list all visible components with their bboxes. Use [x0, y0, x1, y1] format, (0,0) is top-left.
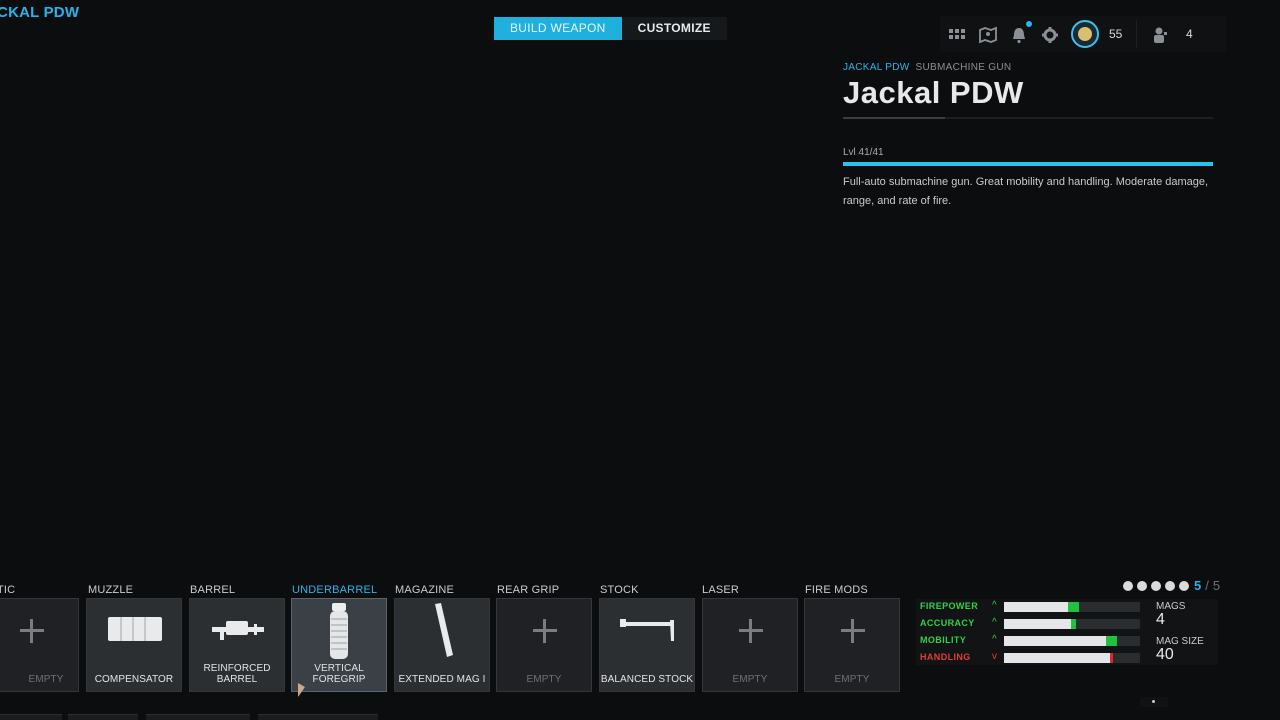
stat-bar-base	[1004, 636, 1106, 646]
slot-muzzle[interactable]: COMPENSATOR	[86, 598, 182, 692]
stat-bar-delta	[1110, 653, 1113, 663]
page-dot[interactable]	[1179, 580, 1189, 591]
stat-bar-delta	[1106, 636, 1117, 646]
page-dot[interactable]	[1137, 580, 1147, 591]
notification-dot	[1026, 21, 1032, 27]
slot-label-fire-mods: FIRE MODS	[805, 584, 868, 596]
stat-up-arrow-icon: ^	[992, 617, 997, 628]
stat-mag-size-value: 40	[1156, 646, 1174, 663]
add-icon	[739, 619, 763, 643]
compensator-icon	[108, 617, 162, 641]
player-level: 55	[1109, 27, 1123, 41]
weapon-info-panel: JACKAL PDW SUBMACHINE GUN Jackal PDW Lvl …	[843, 62, 1213, 211]
page-dot[interactable]	[1151, 580, 1161, 591]
add-icon	[533, 619, 557, 643]
slot-label-muzzle: MUZZLE	[88, 584, 134, 596]
grid-icon[interactable]	[948, 26, 966, 44]
tab-build-weapon[interactable]: BUILD WEAPON	[494, 17, 622, 40]
stats-panel: FIREPOWER ^ ACCURACY ^ MOBILITY ^ HANDLI…	[916, 599, 1218, 665]
title-divider	[843, 117, 1213, 119]
slot-name: EMPTY	[834, 674, 870, 685]
stat-bar	[1004, 636, 1140, 646]
slot-rear-grip[interactable]: EMPTY	[496, 598, 592, 692]
slot-name: BALANCED STOCK	[600, 674, 694, 685]
stat-bar-base	[1004, 602, 1068, 612]
stat-bar	[1004, 602, 1140, 612]
scroll-hint-icon	[1140, 697, 1168, 707]
page-dot[interactable]	[1123, 580, 1133, 591]
party-icon[interactable]	[1151, 26, 1169, 44]
slot-stock[interactable]: BALANCED STOCK	[599, 598, 695, 692]
page-current: 5	[1194, 578, 1202, 593]
stat-up-arrow-icon: ^	[992, 634, 997, 645]
slot-label-rear-grip: REAR GRIP	[497, 584, 560, 596]
barrel-icon	[212, 621, 264, 640]
rank-badge-icon[interactable]	[1071, 20, 1099, 48]
slot-name: VERTICAL FOREGRIP	[312, 663, 366, 685]
slot-name: EXTENDED MAG I	[398, 674, 486, 685]
weapon-title: Jackal PDW	[843, 75, 1024, 110]
bottom-tab[interactable]	[68, 714, 138, 720]
stat-name: HANDLING	[920, 652, 971, 662]
slot-name: REINFORCED BARREL	[203, 663, 271, 685]
stat-bar-delta	[1070, 619, 1077, 629]
top-hud: 55 4	[940, 16, 1226, 52]
weapon-level-bar-fill	[843, 162, 1213, 166]
slot-magazine[interactable]: EXTENDED MAG I	[394, 598, 490, 692]
bottom-tab[interactable]	[0, 714, 62, 720]
slot-name: EMPTY	[28, 674, 64, 685]
weapon-header-title: ACKAL PDW	[0, 4, 80, 21]
page-total: 5	[1212, 578, 1221, 593]
stock-icon	[620, 619, 674, 641]
weapon-class-tag: SUBMACHINE GUN	[915, 62, 1012, 73]
slot-label-laser: LASER	[702, 584, 740, 596]
slot-label-barrel: BARREL	[190, 584, 236, 596]
stat-down-arrow-icon: v	[992, 651, 997, 662]
slot-optic[interactable]: EMPTY	[0, 598, 79, 692]
tab-customize[interactable]: CUSTOMIZE	[621, 17, 727, 40]
weapon-description: Full-auto submachine gun. Great mobility…	[843, 176, 1209, 207]
tab-bar: BUILD WEAPON CUSTOMIZE	[494, 17, 727, 40]
stat-bar	[1004, 619, 1140, 629]
stat-name: FIREPOWER	[920, 601, 979, 611]
magazine-icon	[435, 603, 453, 657]
foregrip-icon	[330, 603, 348, 659]
slot-name: EMPTY	[732, 674, 768, 685]
map-icon[interactable]	[979, 26, 997, 44]
slot-barrel[interactable]: REINFORCED BARREL	[189, 598, 285, 692]
add-icon	[841, 619, 865, 643]
cursor-icon	[298, 683, 305, 697]
party-count: 4	[1186, 27, 1193, 41]
slot-label-magazine: MAGAZINE	[395, 584, 455, 596]
bottom-tab[interactable]	[258, 714, 378, 720]
slot-underbarrel[interactable]: VERTICAL FOREGRIP	[291, 598, 387, 692]
hud-divider	[1136, 20, 1137, 48]
slot-laser[interactable]: EMPTY	[702, 598, 798, 692]
slot-label-underbarrel: UNDERBARREL	[292, 584, 378, 596]
page-dot[interactable]	[1165, 580, 1175, 591]
stat-bar-base	[1004, 619, 1071, 629]
gear-icon[interactable]	[1041, 26, 1059, 44]
weapon-tags: JACKAL PDW SUBMACHINE GUN	[843, 62, 1213, 73]
stat-bar	[1004, 653, 1140, 663]
slot-name: COMPENSATOR	[94, 674, 174, 685]
page-separator: /	[1205, 578, 1209, 593]
stat-name: MOBILITY	[920, 635, 967, 645]
bottom-tab[interactable]	[146, 714, 250, 720]
pagination: 5/5	[1123, 578, 1220, 593]
stat-mags-value: 4	[1156, 611, 1165, 628]
slot-name: EMPTY	[526, 674, 562, 685]
add-icon	[20, 619, 44, 643]
slot-label-stock: STOCK	[600, 584, 639, 596]
stat-bar-delta	[1067, 602, 1079, 612]
stat-up-arrow-icon: ^	[992, 600, 997, 611]
bell-icon[interactable]	[1010, 26, 1028, 44]
slot-label-optic: TIC	[0, 584, 16, 596]
weapon-level: Lvl 41/41	[843, 147, 884, 158]
weapon-name-tag: JACKAL PDW	[843, 62, 910, 73]
weapon-level-bar	[843, 162, 1213, 166]
stat-bar-base	[1004, 653, 1111, 663]
stat-name: ACCURACY	[920, 618, 975, 628]
slot-fire-mods[interactable]: EMPTY	[804, 598, 900, 692]
